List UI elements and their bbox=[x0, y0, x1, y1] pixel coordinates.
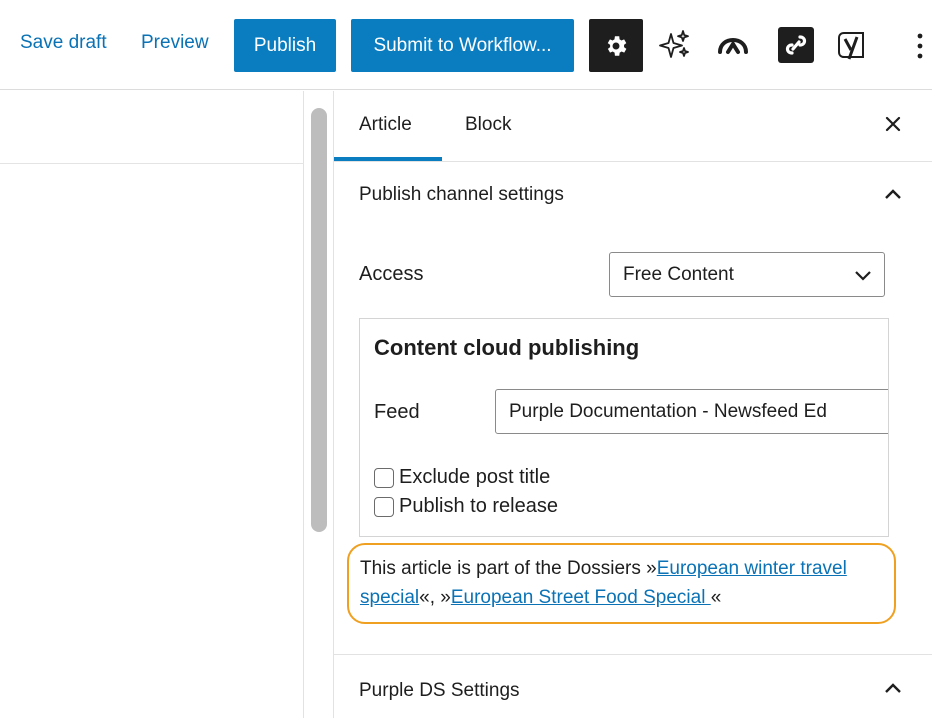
access-select[interactable]: Free Content bbox=[609, 252, 885, 297]
dossier-notice: This article is part of the Dossiers » Eu… bbox=[347, 543, 896, 624]
dossier-suffix-text: « bbox=[710, 587, 722, 608]
feed-select-value: Purple Documentation - Newsfeed Ed bbox=[509, 401, 827, 422]
dossier-link-european-street-food[interactable]: European Street Food Special bbox=[451, 587, 711, 608]
wave-logo-icon[interactable] bbox=[715, 27, 751, 63]
panel-divider bbox=[334, 654, 932, 655]
publish-channel-settings-title[interactable]: Publish channel settings bbox=[359, 184, 564, 206]
settings-sidebar: Article Block Publish channel settings A… bbox=[333, 91, 932, 718]
editor-canvas[interactable] bbox=[0, 91, 304, 718]
editor-divider bbox=[0, 163, 304, 164]
ai-sparkles-icon[interactable] bbox=[657, 27, 693, 63]
content-cloud-publishing-title: Content cloud publishing bbox=[374, 335, 640, 360]
publish-to-release-checkbox[interactable] bbox=[374, 496, 394, 517]
exclude-post-title-checkbox[interactable] bbox=[374, 467, 394, 488]
exclude-post-title-option[interactable]: Exclude post title bbox=[374, 466, 550, 489]
access-select-value: Free Content bbox=[623, 264, 734, 285]
dossier-prefix-text: This article is part of the Dossiers » bbox=[360, 558, 657, 579]
editor-toolbar: Save draft Preview Publish Submit to Wor… bbox=[0, 0, 932, 90]
dossier-notice-text: This article is part of the Dossiers » Eu… bbox=[360, 554, 890, 612]
settings-gear-icon[interactable] bbox=[589, 19, 643, 72]
tab-article[interactable]: Article bbox=[359, 114, 412, 136]
purple-ds-settings-title[interactable]: Purple DS Settings bbox=[359, 680, 520, 702]
tab-block[interactable]: Block bbox=[465, 114, 511, 136]
feed-select[interactable]: Purple Documentation - Newsfeed Ed bbox=[495, 389, 888, 434]
publish-button[interactable]: Publish bbox=[234, 19, 336, 72]
sidebar-tabs: Article Block bbox=[334, 91, 932, 162]
content-cloud-publishing-box: Content cloud publishing Feed Purple Doc… bbox=[359, 318, 889, 537]
active-tab-indicator bbox=[334, 157, 442, 161]
close-icon[interactable] bbox=[882, 113, 904, 135]
submit-workflow-button[interactable]: Submit to Workflow... bbox=[351, 19, 574, 72]
chevron-down-icon bbox=[855, 271, 871, 281]
publish-to-release-label: Publish to release bbox=[399, 495, 558, 517]
yoast-icon[interactable] bbox=[834, 27, 870, 63]
access-label: Access bbox=[359, 263, 424, 285]
feed-label: Feed bbox=[374, 401, 420, 423]
dossier-separator-text: «, » bbox=[419, 587, 451, 608]
preview-button[interactable]: Preview bbox=[141, 32, 209, 54]
publish-to-release-option[interactable]: Publish to release bbox=[374, 495, 558, 518]
link-chain-icon[interactable] bbox=[778, 27, 814, 63]
exclude-post-title-label: Exclude post title bbox=[399, 466, 551, 488]
collapse-chevron-up-icon[interactable] bbox=[883, 681, 903, 695]
save-draft-button[interactable]: Save draft bbox=[20, 32, 107, 54]
more-options-icon[interactable] bbox=[912, 30, 928, 62]
editor-scrollbar-thumb[interactable] bbox=[311, 108, 327, 532]
collapse-chevron-up-icon[interactable] bbox=[883, 187, 903, 201]
